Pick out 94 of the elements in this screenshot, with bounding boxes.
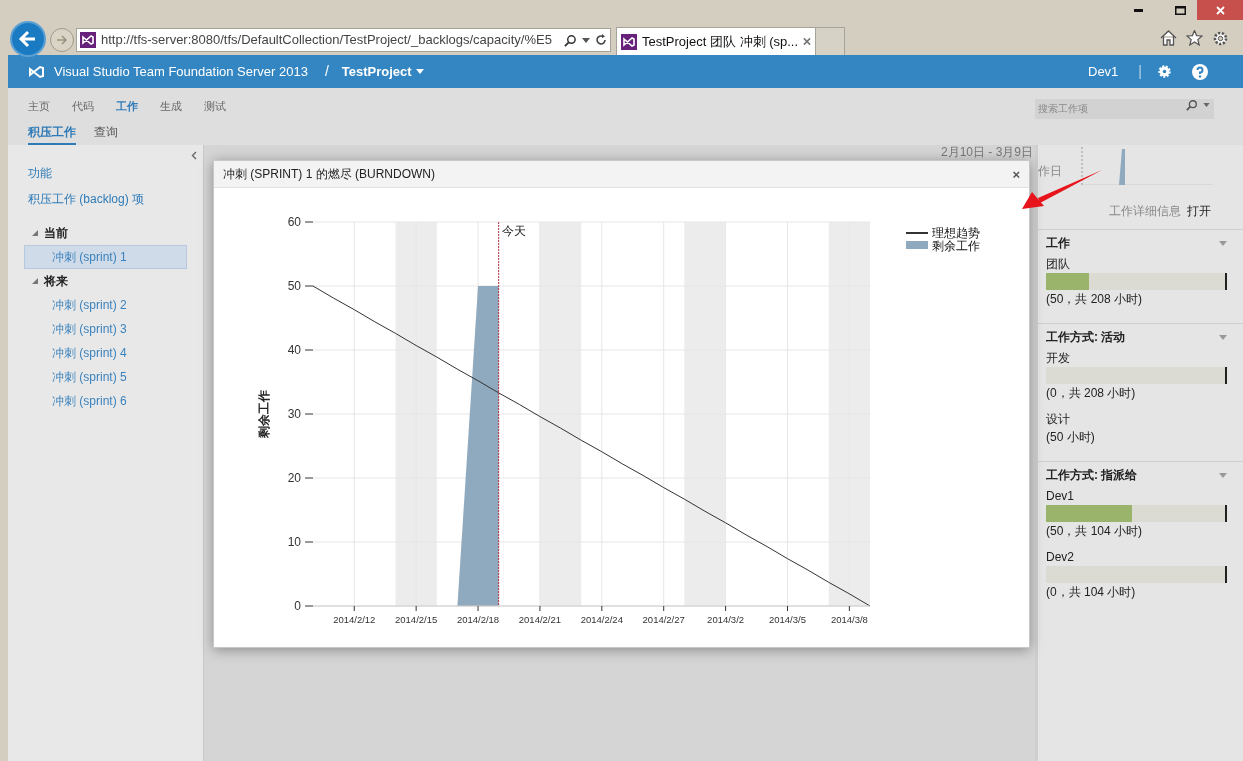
y-tick-label: 10	[287, 535, 301, 549]
hub-tab[interactable]: 主页	[28, 98, 50, 115]
hub-tab[interactable]: 工作	[116, 98, 138, 115]
legend-area-swatch	[906, 241, 928, 249]
section-title: 工作	[1046, 235, 1070, 252]
x-tick-label: 2014/2/15	[395, 614, 438, 625]
y-tick-label: 30	[287, 407, 301, 421]
refresh-icon	[595, 34, 607, 46]
sidebar-link[interactable]: 积压工作 (backlog) 项	[28, 190, 203, 208]
date-range-caption: 作日	[1038, 163, 1062, 180]
back-button[interactable]	[10, 21, 46, 57]
tab-title: TestProject 团队 冲刺 (sp...	[642, 32, 799, 51]
hub-tab[interactable]: 测试	[204, 98, 226, 115]
user-menu[interactable]: Dev1	[1088, 61, 1119, 82]
x-tick-label: 2014/3/2	[707, 614, 745, 625]
date-range: 2月10日 - 3月9日	[941, 145, 1034, 159]
address-bar[interactable]: http://tfs-server:8080/tfs/DefaultCollection/TestProject/_backlogs/capacity/%E5	[76, 28, 611, 52]
site-icon	[80, 32, 96, 48]
y-tick-label: 0	[294, 599, 301, 613]
x-tick-label: 2014/2/18	[456, 614, 500, 625]
y-tick-label: 60	[287, 215, 301, 229]
legend-label: 理想趋势	[932, 226, 980, 240]
expand-triangle-icon	[32, 278, 38, 284]
x-tick-label: 2014/2/27	[642, 614, 685, 625]
sprint-item[interactable]: 冲刺 (sprint) 1	[24, 245, 187, 269]
capacity-reading: (0，共 104 小时)	[1046, 584, 1137, 601]
x-tick-label: 2014/2/24	[580, 614, 623, 625]
search-icon	[564, 33, 577, 47]
caret-icon	[582, 37, 590, 43]
open-link[interactable]: 打开	[1187, 202, 1211, 220]
capacity-reading: (0，共 208 小时)	[1046, 385, 1137, 402]
project-menu[interactable]: TestProject	[341, 61, 424, 82]
close-button[interactable]: ×	[1012, 167, 1020, 181]
close-icon	[1215, 5, 1225, 15]
section-title: 工作方式: 活动	[1046, 329, 1126, 346]
sprint-item[interactable]: 冲刺 (sprint) 6	[24, 389, 187, 413]
capacity-label: 团队	[1046, 256, 1071, 273]
y-tick-label: 50	[287, 279, 301, 293]
dialog-title: 冲刺 (SPRINT) 1 的燃尽 (BURNDOWN)	[223, 166, 435, 183]
browser-tab[interactable]: TestProject 团队 冲刺 (sp...	[616, 27, 816, 55]
star-icon[interactable]	[1186, 30, 1203, 46]
capacity-label: 设计	[1046, 411, 1071, 428]
minimize-icon	[1133, 8, 1143, 12]
tree-group[interactable]: 将来	[8, 269, 203, 293]
product-name: Visual Studio Team Foundation Server 2013	[54, 62, 308, 81]
details-label: 工作详细信息	[1109, 203, 1181, 220]
x-tick-label: 2014/3/8	[830, 614, 868, 625]
arrow-right-icon	[55, 33, 69, 47]
collapse-icon[interactable]	[191, 151, 197, 160]
expand-triangle-icon	[32, 230, 38, 236]
legend-label: 剩余工作	[932, 239, 980, 253]
collapse-triangle-icon[interactable]	[1219, 240, 1227, 246]
sprint-item[interactable]: 冲刺 (sprint) 5	[24, 365, 187, 389]
sidebar-link[interactable]: 功能	[28, 164, 203, 182]
page-tab[interactable]: 查询	[94, 122, 118, 146]
today-label: 今天	[501, 224, 526, 238]
arrow-left-icon	[18, 29, 38, 49]
search-field[interactable]: 搜索工作项	[1035, 98, 1214, 119]
legend-line-swatch	[905, 232, 929, 234]
hub-tab[interactable]: 生成	[160, 98, 182, 115]
collapse-triangle-icon[interactable]	[1219, 334, 1227, 340]
capacity-reading: (50 小时)	[1046, 429, 1096, 446]
x-tick-label: 2014/2/21	[518, 614, 562, 625]
caret-icon	[415, 69, 424, 74]
caret-icon	[1203, 103, 1210, 107]
settings-icon[interactable]	[1212, 30, 1229, 47]
capacity-reading: (50，共 208 小时)	[1046, 291, 1144, 308]
hub-tab[interactable]: 代码	[72, 98, 94, 115]
collapse-triangle-icon[interactable]	[1219, 472, 1227, 478]
breadcrumb-separator: /	[324, 62, 329, 81]
close-window-button[interactable]	[1197, 0, 1243, 20]
help-icon[interactable]	[1192, 63, 1208, 80]
sprint-item[interactable]: 冲刺 (sprint) 4	[24, 341, 187, 365]
home-icon[interactable]	[1160, 30, 1177, 46]
x-tick-label: 2014/3/5	[769, 614, 806, 625]
capacity-label: Dev2	[1046, 549, 1075, 566]
product-logo-icon	[28, 63, 46, 80]
capacity-reading: (50，共 104 小时)	[1046, 523, 1144, 540]
maximize-icon	[1174, 5, 1186, 15]
y-axis-title: 剩余工作	[257, 390, 271, 438]
sprint-item[interactable]: 冲刺 (sprint) 3	[24, 317, 187, 341]
header-divider: |	[1138, 62, 1142, 81]
y-tick-label: 40	[287, 343, 301, 357]
x-tick-label: 2014/2/12	[333, 614, 376, 625]
search-icon	[1186, 99, 1198, 111]
close-icon[interactable]	[803, 37, 811, 46]
sprint-item[interactable]: 冲刺 (sprint) 2	[24, 293, 187, 317]
url-text: http://tfs-server:8080/tfs/DefaultCollection/TestProject/_backlogs/capacity/%E5	[101, 31, 553, 50]
capacity-label: Dev1	[1046, 488, 1075, 505]
capacity-label: 开发	[1046, 350, 1071, 367]
section-title: 工作方式: 指派给	[1046, 467, 1138, 484]
y-tick-label: 20	[287, 471, 301, 485]
site-icon	[621, 33, 637, 50]
tree-group[interactable]: 当前	[8, 221, 203, 245]
